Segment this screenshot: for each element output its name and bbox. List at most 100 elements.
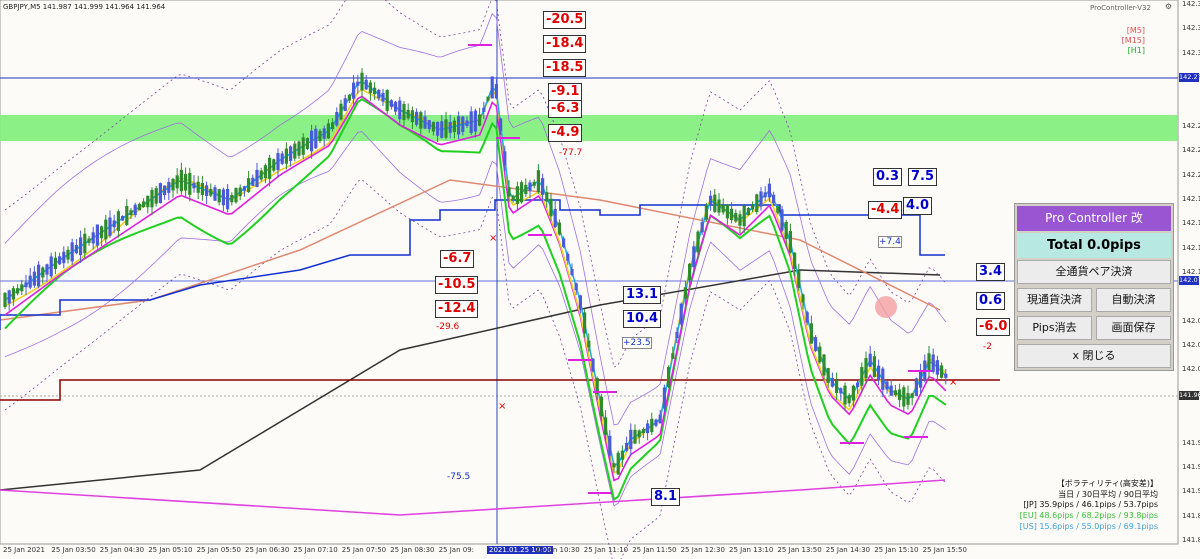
candle-body [431,121,435,132]
pips-clear-button[interactable]: Pips消去 [1017,316,1092,340]
candle-body [66,249,70,260]
candle-body [763,192,767,198]
candle-body [801,294,805,303]
candle-body [524,184,528,195]
candle-body [809,323,813,344]
price-tick-label: 142.000 [1182,365,1200,374]
candle-body [742,205,746,227]
pip-label: 13.1 [623,286,662,304]
close-current-pair-button[interactable]: 現通貨決済 [1017,288,1092,312]
candle-body [171,178,175,191]
candle-body [730,208,734,221]
candle-body [402,103,406,121]
auto-close-button[interactable]: 自動決済 [1096,288,1171,312]
candle-body [339,103,343,120]
candle-body [58,256,62,265]
candle-body [436,121,440,136]
current-price-box: 141.964 [1179,391,1200,400]
small-annotation: -29.6 [436,322,460,332]
candle-body [557,222,561,235]
candle-body [32,271,36,286]
candle-body [146,195,150,208]
candle-body [318,130,322,142]
small-annotation: +23.5 [622,337,652,349]
candle-body [654,419,658,426]
candle-body [482,107,486,112]
candle-body [125,205,129,225]
candle-body [331,122,335,130]
time-tick-label: 25 Jan 07:50 [341,546,387,554]
candle-body [108,217,112,236]
close-all-pairs-button[interactable]: 全通貨ペア決済 [1017,260,1171,284]
candle-body [856,382,860,387]
candle-body [881,368,885,390]
candle-body [587,340,591,348]
candle-body [490,76,494,99]
pip-label: -6.3 [548,100,583,118]
candle-body [406,109,410,119]
candle-body [205,185,209,196]
candle-body [692,246,696,268]
save-screen-button[interactable]: 画面保存 [1096,316,1171,340]
pip-label: -10.5 [435,276,479,294]
candle-body [830,378,834,387]
candle-body [944,373,948,378]
candle-body [121,215,125,221]
candle-body [368,82,372,94]
price-tick-label: 141.875 [1182,511,1200,520]
pip-label: 7.5 [908,168,938,186]
candle-body [629,429,633,450]
candle-body [935,360,939,375]
pip-label: -6.7 [440,250,475,268]
candle-body [738,214,742,226]
candle-body [528,182,532,191]
pip-label: -6.0 [976,318,1011,336]
candle-body [314,128,318,149]
candle-body [87,238,91,243]
time-tick-label: 25 Jan 07:10 [293,546,338,554]
chart-window[interactable]: × × × GBPJPY,M5 141.987 141.999 141.964 14… [0,0,1200,559]
candle-body [335,111,339,126]
candle-body [352,82,356,99]
candle-body [570,269,574,275]
candle-body [259,170,263,180]
candle-body [196,181,200,193]
time-tick-label: 25 Jan 04:30 [99,546,145,554]
candle-body [805,312,809,323]
candle-body [373,87,377,95]
candle-body [818,346,822,363]
time-tick-label: 25 Jan 11:10 [583,546,629,554]
candle-body [473,110,477,132]
pip-label: -4.4 [868,201,903,219]
candle-body [377,89,381,99]
candle-body [713,194,717,212]
candle-body [217,189,221,203]
candle-body [616,452,620,475]
candle-body [91,232,95,244]
candle-body [20,284,24,292]
candle-body [667,367,671,387]
candle-body [326,123,330,139]
candle-body [520,182,524,203]
candle-body [297,141,301,156]
candle-body [427,120,431,130]
candle-body [709,195,713,206]
candle-body [478,114,482,126]
candle-body [74,244,78,254]
candle-body [343,98,347,112]
close-panel-button[interactable]: x 閉じる [1017,344,1171,368]
price-tick-label: 142.350 [1182,24,1200,33]
candle-body [7,290,11,304]
settings-icon[interactable]: ⚙ [1165,2,1172,11]
candle-body [263,165,267,179]
pip-label: 3.4 [976,263,1006,281]
candle-body [927,353,931,371]
candle-body [112,220,116,228]
candle-body [641,429,645,434]
candle-body [137,203,141,211]
price-tick-label: 142.225 [1182,146,1200,155]
candle-body [158,183,162,203]
candle-body [578,295,582,309]
candle-body [116,211,120,231]
candle-body [444,119,448,138]
